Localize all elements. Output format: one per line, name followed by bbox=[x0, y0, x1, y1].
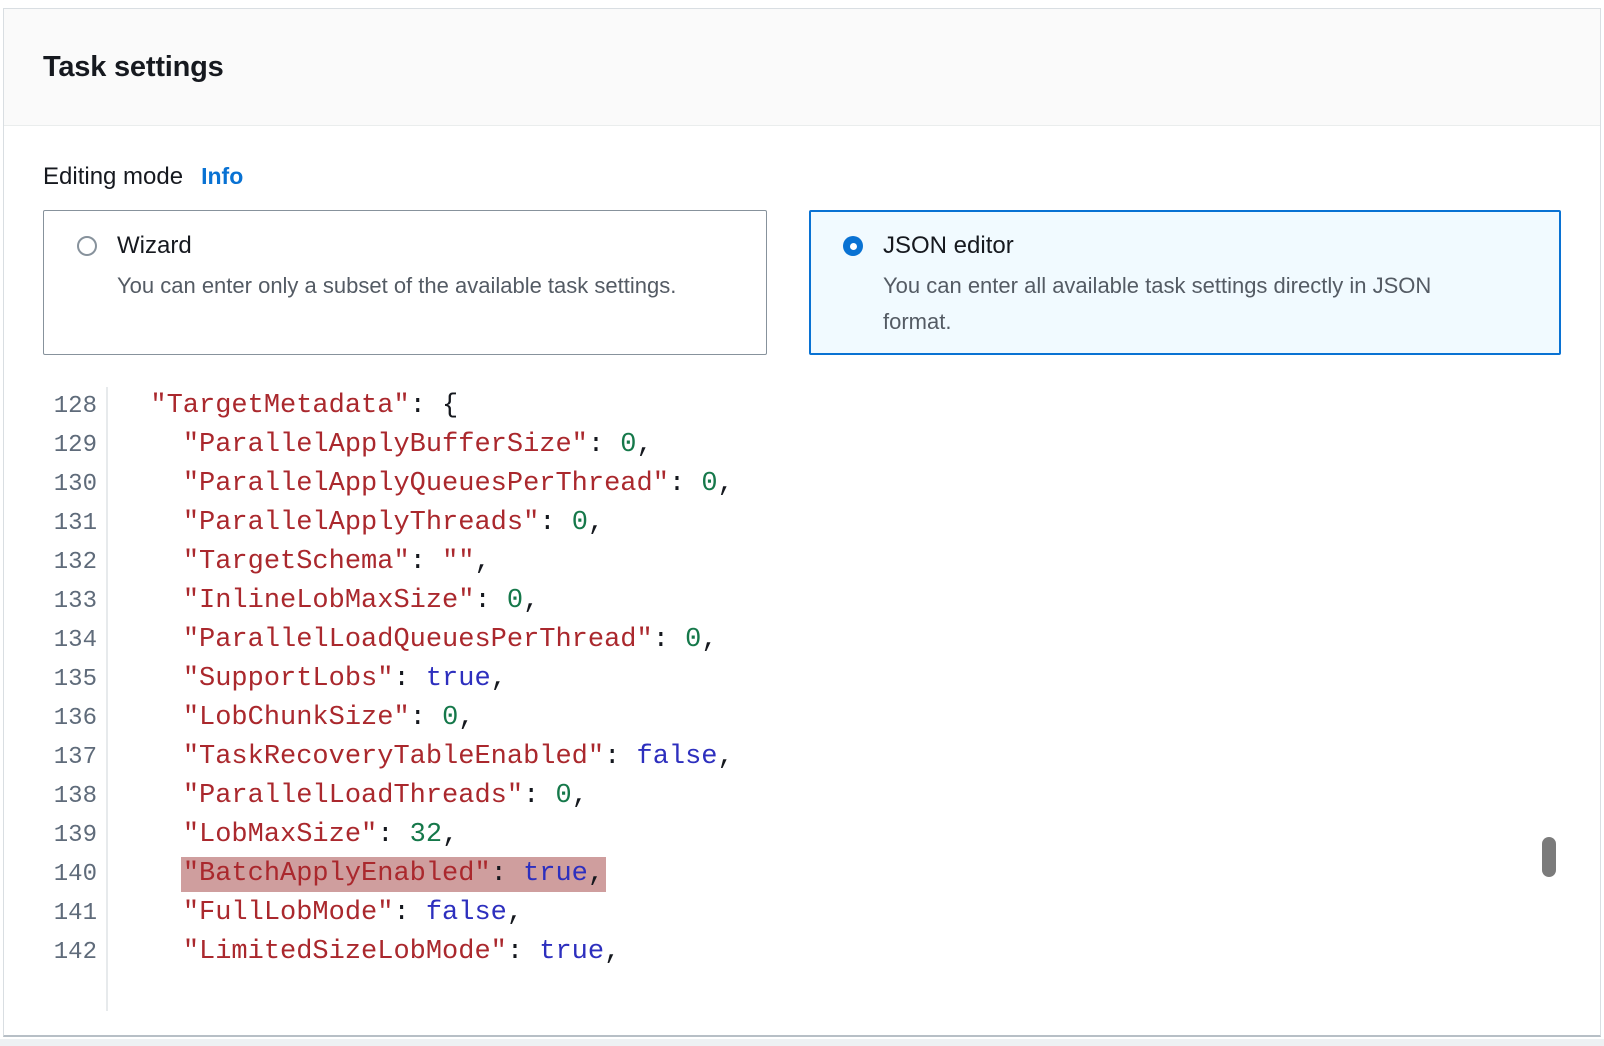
line-number: 129 bbox=[4, 426, 108, 465]
code-line[interactable]: 134 "ParallelLoadQueuesPerThread": 0, bbox=[4, 621, 1600, 660]
code-lines: 128 "TargetMetadata": {129 "ParallelAppl… bbox=[4, 387, 1600, 1011]
code-line[interactable] bbox=[4, 972, 1600, 1011]
editing-mode-label: Editing mode bbox=[43, 162, 183, 191]
page-bottom-strip bbox=[0, 1039, 1604, 1046]
line-number: 135 bbox=[4, 660, 108, 699]
code-line[interactable]: 133 "InlineLobMaxSize": 0, bbox=[4, 582, 1600, 621]
code-text: "BatchApplyEnabled": true, bbox=[108, 855, 604, 894]
option-title: JSON editor bbox=[883, 232, 1014, 260]
line-number: 133 bbox=[4, 582, 108, 621]
code-line[interactable]: 140 "BatchApplyEnabled": true, bbox=[4, 855, 1600, 894]
line-number: 128 bbox=[4, 387, 108, 426]
line-number: 134 bbox=[4, 621, 108, 660]
code-text: "LobMaxSize": 32, bbox=[108, 816, 458, 855]
code-text: "TargetMetadata": { bbox=[108, 387, 458, 426]
code-text: "LobChunkSize": 0, bbox=[108, 699, 474, 738]
code-line[interactable]: 141 "FullLobMode": false, bbox=[4, 894, 1600, 933]
editing-mode-row: Editing mode Info bbox=[43, 162, 1561, 191]
code-line[interactable]: 139 "LobMaxSize": 32, bbox=[4, 816, 1600, 855]
line-number: 141 bbox=[4, 894, 108, 933]
code-text: "TaskRecoveryTableEnabled": false, bbox=[108, 738, 734, 777]
line-number: 137 bbox=[4, 738, 108, 777]
page: Task settings Editing mode Info Wizard Y… bbox=[0, 0, 1604, 1046]
option-title: Wizard bbox=[117, 232, 192, 260]
line-number: 136 bbox=[4, 699, 108, 738]
code-text: "ParallelLoadQueuesPerThread": 0, bbox=[108, 621, 718, 660]
code-text: "ParallelApplyBufferSize": 0, bbox=[108, 426, 653, 465]
code-line[interactable]: 128 "TargetMetadata": { bbox=[4, 387, 1600, 426]
task-settings-panel: Task settings Editing mode Info Wizard Y… bbox=[3, 8, 1601, 1037]
code-line[interactable]: 142 "LimitedSizeLobMode": true, bbox=[4, 933, 1600, 972]
panel-header: Task settings bbox=[4, 9, 1600, 126]
line-number: 142 bbox=[4, 933, 108, 972]
option-description: You can enter all available task setting… bbox=[883, 268, 1497, 340]
code-line[interactable]: 130 "ParallelApplyQueuesPerThread": 0, bbox=[4, 465, 1600, 504]
code-text: "FullLobMode": false, bbox=[108, 894, 523, 933]
line-number bbox=[4, 972, 108, 1011]
radio-button-icon[interactable] bbox=[843, 236, 863, 256]
code-line[interactable]: 129 "ParallelApplyBufferSize": 0, bbox=[4, 426, 1600, 465]
scrollbar-thumb[interactable] bbox=[1542, 837, 1556, 877]
option-description: You can enter only a subset of the avail… bbox=[117, 268, 731, 304]
code-line[interactable]: 136 "LobChunkSize": 0, bbox=[4, 699, 1600, 738]
code-text: "ParallelApplyThreads": 0, bbox=[108, 504, 604, 543]
highlighted-code: "BatchApplyEnabled": true, bbox=[181, 857, 606, 892]
code-line[interactable]: 135 "SupportLobs": true, bbox=[4, 660, 1600, 699]
code-text: "InlineLobMaxSize": 0, bbox=[108, 582, 539, 621]
line-number: 130 bbox=[4, 465, 108, 504]
option-tile-json-editor[interactable]: JSON editor You can enter all available … bbox=[809, 210, 1561, 355]
code-text: "SupportLobs": true, bbox=[108, 660, 507, 699]
option-tile-header: Wizard bbox=[77, 232, 742, 260]
radio-button-icon[interactable] bbox=[77, 236, 97, 256]
code-text: "LimitedSizeLobMode": true, bbox=[108, 933, 620, 972]
code-text: "TargetSchema": "", bbox=[108, 543, 491, 582]
option-tile-header: JSON editor bbox=[843, 232, 1535, 260]
code-line[interactable]: 138 "ParallelLoadThreads": 0, bbox=[4, 777, 1600, 816]
line-number: 131 bbox=[4, 504, 108, 543]
code-line[interactable]: 131 "ParallelApplyThreads": 0, bbox=[4, 504, 1600, 543]
line-number: 139 bbox=[4, 816, 108, 855]
info-link[interactable]: Info bbox=[201, 163, 243, 190]
json-code-editor[interactable]: 128 "TargetMetadata": {129 "ParallelAppl… bbox=[4, 387, 1600, 1011]
line-number: 140 bbox=[4, 855, 108, 894]
code-line[interactable]: 137 "TaskRecoveryTableEnabled": false, bbox=[4, 738, 1600, 777]
code-text: "ParallelApplyQueuesPerThread": 0, bbox=[108, 465, 734, 504]
code-text: "ParallelLoadThreads": 0, bbox=[108, 777, 588, 816]
option-tile-wizard[interactable]: Wizard You can enter only a subset of th… bbox=[43, 210, 767, 355]
code-text bbox=[108, 972, 118, 1011]
line-number: 138 bbox=[4, 777, 108, 816]
panel-title: Task settings bbox=[43, 51, 224, 84]
code-line[interactable]: 132 "TargetSchema": "", bbox=[4, 543, 1600, 582]
editing-mode-options: Wizard You can enter only a subset of th… bbox=[43, 210, 1561, 355]
line-number: 132 bbox=[4, 543, 108, 582]
